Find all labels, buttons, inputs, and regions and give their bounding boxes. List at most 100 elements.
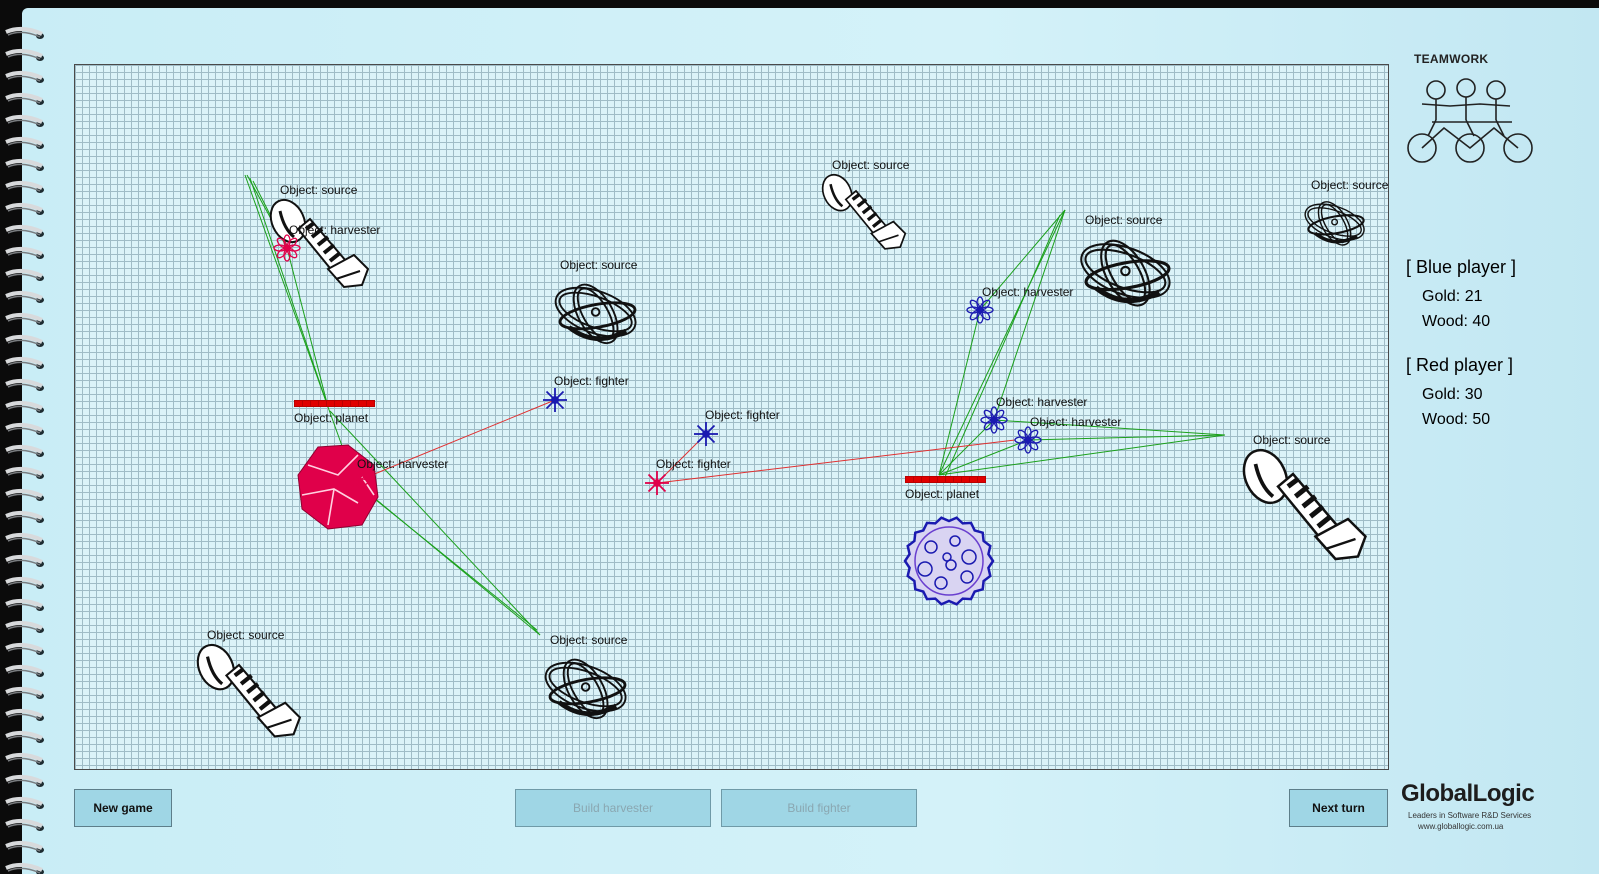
spiral-ring	[5, 335, 44, 347]
source-sprite	[1304, 201, 1365, 246]
harvester-sprite	[966, 296, 994, 324]
health-segment	[311, 401, 318, 406]
harvester-sprite	[273, 234, 301, 262]
spiral-ring	[5, 533, 44, 545]
health-segment	[319, 401, 326, 406]
spiral-ring	[5, 27, 44, 39]
spiral-ring	[5, 753, 44, 765]
logo-url: www.globallogic.com.ua	[1418, 822, 1504, 831]
harvest-line	[993, 209, 1066, 421]
spiral-ring	[5, 797, 44, 809]
build-harvester-button[interactable]: Build harvester	[515, 789, 711, 827]
side-panel: TEAMWORK [ Blue player ] Gold: 21 Wood: …	[1398, 0, 1578, 874]
object-label: Object: harvester	[357, 457, 449, 471]
object-label: Object: harvester	[289, 223, 381, 237]
health-segment	[359, 401, 366, 406]
harvester-sprite	[1014, 426, 1042, 454]
object-label: Object: fighter	[554, 374, 629, 388]
spiral-ring	[5, 599, 44, 611]
harvest-line	[938, 309, 981, 476]
source-sprite	[554, 283, 637, 345]
health-segment	[962, 477, 969, 482]
spiral-ring	[5, 49, 44, 61]
red-gold: Gold: 30	[1422, 386, 1483, 403]
new-game-button[interactable]: New game	[74, 789, 172, 827]
harvester-sprite	[341, 468, 369, 496]
health-segment	[327, 401, 334, 406]
health-segment	[914, 477, 921, 482]
object-label: Object: source	[560, 258, 638, 272]
object-label: Object: source	[832, 158, 910, 172]
object-label: Object: planet	[294, 411, 369, 425]
spiral-ring	[5, 863, 44, 874]
object-label: Object: fighter	[656, 457, 731, 471]
health-segment	[938, 477, 945, 482]
spiral-ring	[5, 775, 44, 787]
source-sprite	[1242, 448, 1367, 561]
source-sprite	[821, 173, 907, 250]
object-label: Object: source	[1253, 433, 1331, 447]
health-segment	[906, 477, 913, 482]
health-segment	[922, 477, 929, 482]
health-segment	[335, 401, 342, 406]
next-turn-button[interactable]: Next turn	[1289, 789, 1388, 827]
source-sprite	[1080, 239, 1171, 307]
spiral-ring	[5, 643, 44, 655]
spiral-ring	[5, 71, 44, 83]
spiral-ring	[5, 511, 44, 523]
object-label: Object: source	[207, 628, 285, 642]
spiral-ring	[5, 467, 44, 479]
spiral-ring	[5, 357, 44, 369]
health-segment	[970, 477, 977, 482]
spiral-ring	[5, 445, 44, 457]
spiral-ring	[5, 225, 44, 237]
red-player-title: [ Red player ]	[1406, 355, 1514, 375]
spiral-ring	[5, 687, 44, 699]
object-label: Object: source	[550, 633, 628, 647]
fighter-sprite	[694, 422, 718, 446]
blue-gold: Gold: 21	[1422, 288, 1483, 305]
object-label: Object: harvester	[996, 395, 1088, 409]
object-label: Object: source	[1085, 213, 1163, 227]
spiral-ring	[5, 269, 44, 281]
health-segment	[367, 401, 374, 406]
planet-health-bar	[294, 400, 375, 407]
teamwork-sketch-icon	[1407, 78, 1533, 163]
spiral-ring	[5, 115, 44, 127]
spiral-ring	[5, 731, 44, 743]
spiral-ring	[5, 577, 44, 589]
spiral-ring	[5, 181, 44, 193]
spiral-ring	[5, 203, 44, 215]
harvest-line	[938, 209, 1066, 476]
object-label: Object: source	[1311, 178, 1389, 192]
spiral-ring	[5, 841, 44, 853]
spiral-ring	[5, 137, 44, 149]
blue-player-title: [ Blue player ]	[1406, 257, 1517, 277]
health-segment	[978, 477, 985, 482]
spiral-ring	[5, 709, 44, 721]
health-segment	[946, 477, 953, 482]
planet-health-bar	[905, 476, 986, 483]
harvester-sprite	[980, 406, 1008, 434]
health-segment	[343, 401, 350, 406]
object-label: Object: planet	[905, 487, 980, 501]
spiral-ring	[5, 489, 44, 501]
fighter-sprite	[543, 388, 567, 412]
build-fighter-button[interactable]: Build fighter	[721, 789, 917, 827]
health-segment	[930, 477, 937, 482]
health-segment	[295, 401, 302, 406]
spiral-ring	[5, 819, 44, 831]
source-sprite	[196, 643, 302, 738]
logo-tagline: Leaders in Software R&D Services	[1408, 811, 1532, 820]
spiral-ring	[5, 379, 44, 391]
object-label: Object: harvester	[1030, 415, 1122, 429]
planet-sprite	[903, 516, 995, 606]
planet-sprite	[297, 444, 379, 530]
spiral-ring	[5, 313, 44, 325]
object-label: Object: fighter	[705, 408, 780, 422]
globallogic-logo: GlobalLogic	[1401, 780, 1535, 807]
game-board[interactable]: Object: source Object: source Object: so…	[74, 64, 1389, 770]
spiral-ring	[5, 291, 44, 303]
spiral-ring	[5, 159, 44, 171]
blue-wood: Wood: 40	[1422, 313, 1491, 330]
